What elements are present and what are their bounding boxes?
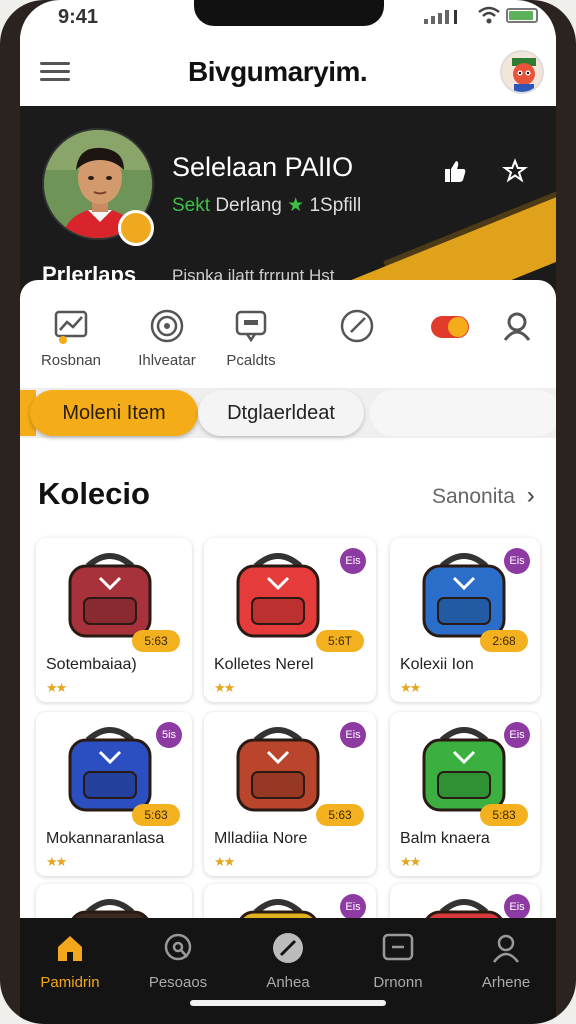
rating-stars-icon: ★★ [46,680,67,695]
profile-icon [499,308,535,344]
item-image [216,718,340,818]
wifi-icon [478,6,500,24]
toggle-icon [431,308,469,344]
profile-status: Sekt [172,195,211,216]
app-header: Bivgumaryim. [20,36,556,106]
collection-card[interactable]: Eis 2:68 Kolexii Ion ★★ [390,538,540,702]
collection-card[interactable]: 5is 5:63 Mokannaranlasa ★★ [36,712,192,876]
nav-label: Drnonn [373,974,423,991]
nav-item-anhea[interactable]: Anhea [238,932,338,991]
bottom-nav: Pamidrin Pesoaos Anhea Drnonn Arhene [20,918,556,1024]
item-image [48,544,172,644]
quick-action-label: Ihlveatar [138,352,196,369]
quick-actions: Rosbnan Ihlveatar Pcaldts [20,308,556,372]
thumbs-up-icon[interactable] [442,158,468,184]
quick-action-clock[interactable] [312,308,402,344]
card-badge: Eis [504,894,530,920]
home-icon [54,932,86,964]
search-icon [162,932,194,964]
target-icon [149,308,185,344]
item-name: Kolletes Nerel [214,656,314,673]
card-badge: 5is [156,722,182,748]
rank-star-icon: ★ [287,195,305,216]
status-time: 9:41 [58,6,99,28]
rating-stars-icon: ★★ [214,854,235,869]
app-screen: 9:41 Bivgumaryim. Selelaan PAlIO Sekt De… [20,0,556,1024]
rating-stars-icon: ★★ [214,680,235,695]
chart-icon [53,308,89,344]
quick-action-rosbnan[interactable]: Rosbnan [26,308,116,369]
status-bar: 9:41 [20,0,556,34]
see-all-link[interactable]: Sanonita › [432,482,535,510]
message-icon [382,932,414,964]
card-badge: Eis [504,548,530,574]
collection-card[interactable]: 5:63 Sotembaiaa) ★★ [36,538,192,702]
content-sheet: Rosbnan Ihlveatar Pcaldts Moleni Item Dt… [20,280,556,1024]
slash-icon [272,932,304,964]
tab-more[interactable] [370,390,556,436]
nav-label: Anhea [266,974,310,991]
quick-action-pcaldts[interactable]: Pcaldts [206,308,296,369]
profile-rank: 1Spfill [309,195,362,216]
price-tag: 5:83 [480,804,528,826]
user-icon [490,932,522,964]
item-name: Balm knaera [400,830,490,847]
price-tag: 5:63 [132,804,180,826]
clock-icon [339,308,375,344]
filter-tabs: Moleni Item Dtglaerldeat [20,388,556,438]
card-badge: Eis [504,722,530,748]
avatar[interactable] [500,50,544,94]
menu-icon[interactable] [40,62,70,82]
card-badge: Eis [340,548,366,574]
nav-item-messages[interactable]: Drnonn [348,932,448,991]
item-image [216,544,340,644]
quick-action-label: Pcaldts [226,352,276,369]
quick-action-profile[interactable] [472,308,556,344]
signal-icon [424,8,464,24]
nav-label: Arhene [481,974,531,991]
chat-icon [233,308,269,344]
nav-item-home[interactable]: Pamidrin [20,932,120,991]
nav-label: Pesoaos [148,974,208,991]
item-name: Kolexii Ion [400,656,474,673]
item-image [48,718,172,818]
item-name: Sotembaiaa) [46,656,137,673]
phone-frame: 9:41 Bivgumaryim. Selelaan PAlIO Sekt De… [0,0,576,1024]
tab-moleni-item[interactable]: Moleni Item [30,390,198,436]
see-all-label: Sanonita [432,485,515,508]
section-title: Kolecio [38,476,150,511]
profile-hero: Selelaan PAlIO Sekt Derlang ★ 1Spfill Pr… [20,106,556,300]
collection-card[interactable]: Eis 5:63 Mlladiia Nore ★★ [204,712,376,876]
nav-item-search[interactable]: Pesoaos [128,932,228,991]
profile-name: Selelaan PAlIO [172,152,354,182]
star-outline-icon[interactable] [502,158,528,184]
profile-role: Derlang [215,195,282,216]
verified-badge-icon [118,210,154,246]
item-name: Mokannaranlasa [46,830,165,847]
tab-dtglaerldeat[interactable]: Dtglaerldeat [198,390,364,436]
item-name: Mlladiia Nore [214,830,308,847]
home-indicator[interactable] [190,1000,386,1006]
profile-subtitle: Sekt Derlang ★ 1Spfill [172,194,361,217]
price-tag: 2:68 [480,630,528,652]
app-title: Bivgumaryim. [188,56,368,87]
battery-icon [506,8,538,23]
card-badge: Eis [340,722,366,748]
collection-card[interactable]: Eis 5:83 Balm knaera ★★ [390,712,540,876]
price-tag: 5:63 [316,804,364,826]
price-tag: 5:63 [132,630,180,652]
rating-stars-icon: ★★ [46,854,67,869]
card-badge: Eis [340,894,366,920]
rating-stars-icon: ★★ [400,854,421,869]
chevron-right-icon: › [526,482,535,509]
collection-card[interactable]: Eis 5:6T Kolletes Nerel ★★ [204,538,376,702]
price-tag: 5:6T [316,630,364,652]
nav-label: Pamidrin [40,974,100,991]
quick-action-ihlveatar[interactable]: Ihlveatar [122,308,212,369]
nav-item-profile[interactable]: Arhene [456,932,556,991]
rating-stars-icon: ★★ [400,680,421,695]
notch [194,0,384,26]
quick-action-label: Rosbnan [40,352,102,369]
